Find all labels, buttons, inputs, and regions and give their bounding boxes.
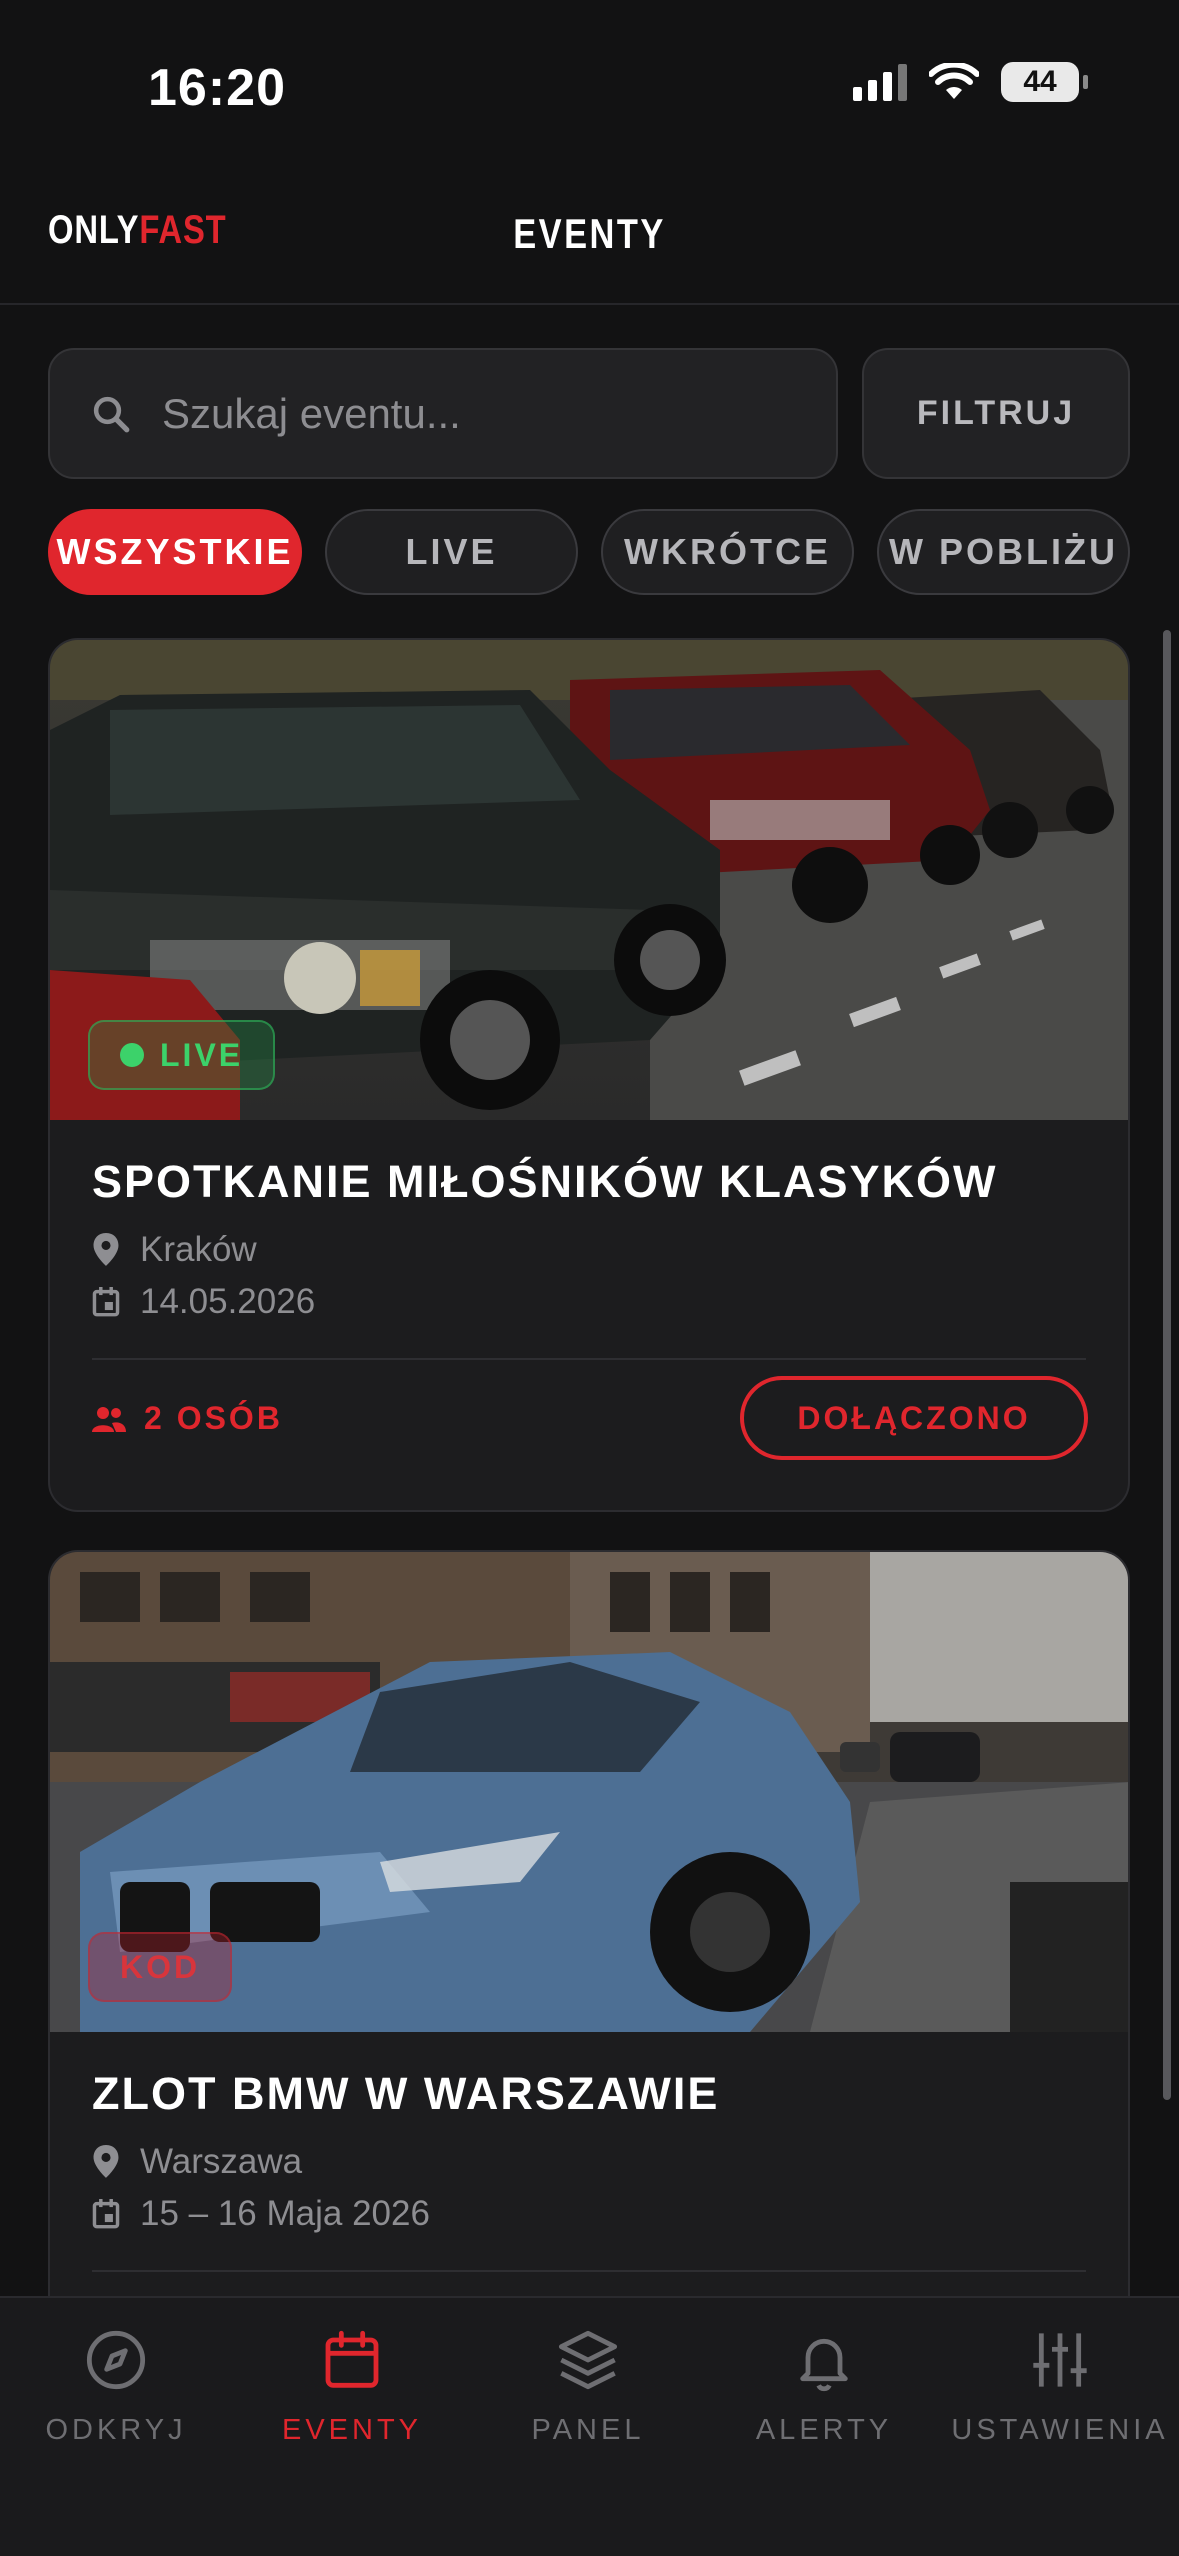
chip-live[interactable]: LIVE xyxy=(325,509,578,595)
live-dot-icon xyxy=(120,1043,144,1067)
status-icons: 44 xyxy=(853,62,1088,102)
filter-button[interactable]: FILTRUJ xyxy=(862,348,1130,479)
tab-panel[interactable]: PANEL xyxy=(478,2328,698,2447)
search-input[interactable]: Szukaj eventu... xyxy=(48,348,838,479)
joined-button[interactable]: DOŁĄCZONO xyxy=(740,1376,1088,1460)
tab-settings[interactable]: USTAWIENIA xyxy=(950,2328,1170,2447)
chip-nearby[interactable]: W POBLIŻU xyxy=(877,509,1130,595)
location-pin-icon xyxy=(93,1233,119,1266)
tab-alerts[interactable]: ALERTY xyxy=(714,2328,934,2447)
card-divider xyxy=(92,1358,1086,1360)
event-card[interactable]: KOD ZLOT BMW W WARSZAWIE Warszawa 15 – 1… xyxy=(48,1550,1130,2330)
event-title: SPOTKANIE MIŁOŚNIKÓW KLASYKÓW xyxy=(92,1156,998,1207)
event-title: ZLOT BMW W WARSZAWIE xyxy=(92,2068,720,2119)
status-time: 16:20 xyxy=(148,59,286,117)
bottom-tab-bar: ODKRYJ EVENTY PANEL ALERTY USTAWIENIA xyxy=(0,2296,1179,2556)
layers-icon xyxy=(558,2330,618,2390)
people-icon xyxy=(92,1406,126,1432)
scrollbar[interactable] xyxy=(1163,630,1171,2100)
wifi-icon xyxy=(929,63,979,99)
battery-icon: 44 xyxy=(1001,62,1088,102)
search-placeholder: Szukaj eventu... xyxy=(162,389,461,437)
page-title: EVENTY xyxy=(513,210,666,257)
search-icon xyxy=(93,396,130,432)
calendar-icon xyxy=(325,2330,379,2388)
cellular-signal-icon xyxy=(853,63,907,101)
event-location: Kraków xyxy=(92,1230,257,1270)
sliders-icon xyxy=(1033,2333,1087,2387)
attendee-count: 2 OSÓB xyxy=(92,1400,283,1437)
tab-events[interactable]: EVENTY xyxy=(242,2328,462,2447)
status-bar: 16:20 44 xyxy=(0,0,1179,150)
live-badge: LIVE xyxy=(88,1020,276,1090)
calendar-small-icon xyxy=(92,1287,120,1317)
chip-all[interactable]: WSZYSTKIE xyxy=(48,509,302,595)
bell-icon xyxy=(800,2338,848,2392)
card-divider xyxy=(92,2270,1086,2272)
chip-soon[interactable]: WKRÓTCE xyxy=(601,509,854,595)
code-badge: KOD xyxy=(88,1932,233,2002)
event-image: KOD xyxy=(50,1552,1128,2032)
event-date: 14.05.2026 xyxy=(92,1282,315,1322)
compass-icon xyxy=(86,2330,146,2390)
app-header: ONLYFAST EVENTY xyxy=(0,150,1179,305)
event-location: Warszawa xyxy=(92,2142,302,2182)
event-image: LIVE xyxy=(50,640,1128,1120)
tab-discover[interactable]: ODKRYJ xyxy=(6,2328,226,2447)
location-pin-icon xyxy=(93,2145,119,2178)
event-card[interactable]: LIVE SPOTKANIE MIŁOŚNIKÓW KLASYKÓW Krakó… xyxy=(48,638,1130,1512)
calendar-small-icon xyxy=(92,2199,120,2229)
event-date: 15 – 16 Maja 2026 xyxy=(92,2194,430,2234)
